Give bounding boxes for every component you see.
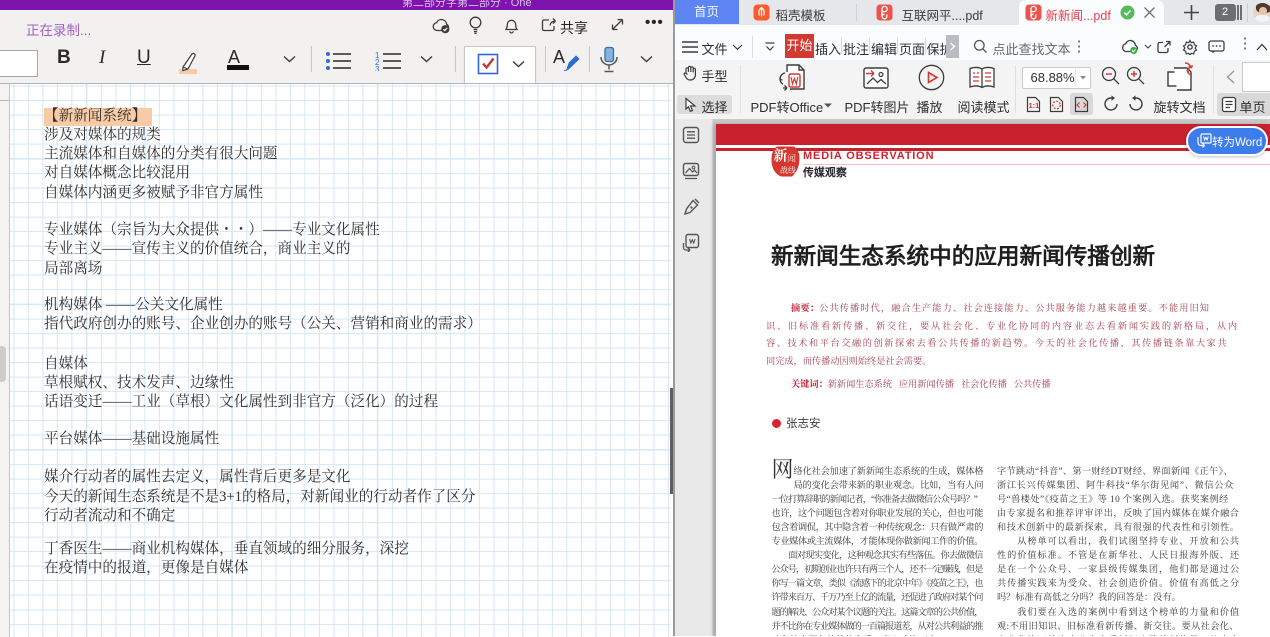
svg-text:新: 新 — [774, 146, 788, 166]
svg-text:1:1: 1:1 — [1028, 101, 1039, 110]
svg-text:闻: 闻 — [787, 152, 796, 165]
svg-text:战线: 战线 — [780, 165, 796, 176]
